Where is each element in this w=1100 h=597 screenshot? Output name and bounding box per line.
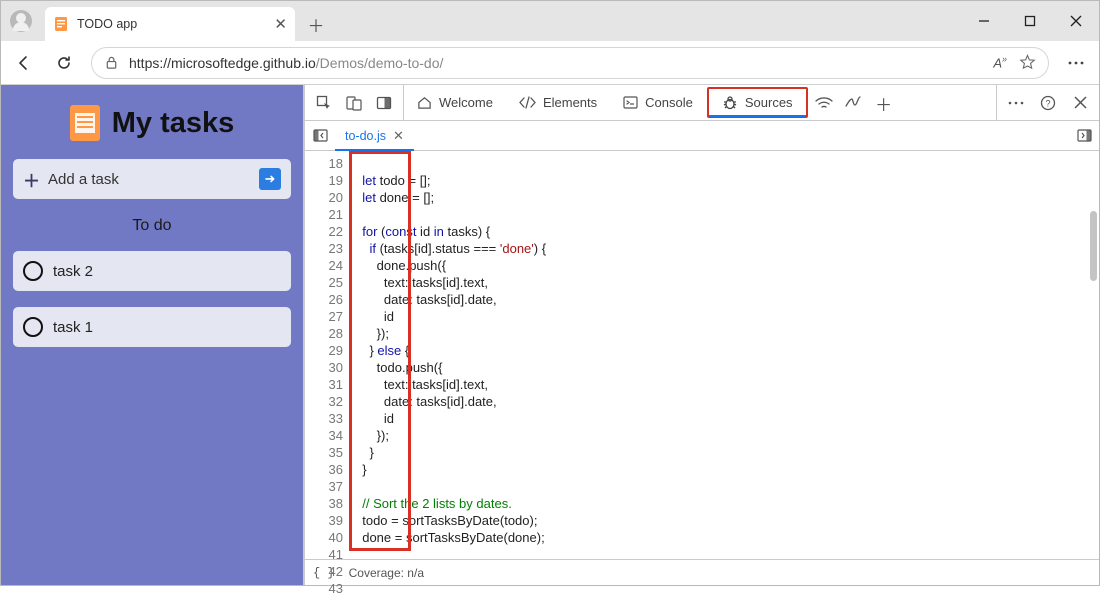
code-icon <box>519 96 536 109</box>
tab-label: Sources <box>745 95 793 110</box>
back-button[interactable] <box>5 44 43 82</box>
console-icon <box>623 96 638 109</box>
radio-icon[interactable] <box>23 317 43 337</box>
tab-close-icon[interactable]: ✕ <box>274 15 287 33</box>
url-text: https://microsoftedge.github.io/Demos/de… <box>129 55 443 71</box>
tab-label: Console <box>645 95 693 110</box>
lock-icon <box>104 55 119 70</box>
svg-text:?: ? <box>1045 98 1050 108</box>
submit-task-button[interactable]: ➜ <box>259 168 281 190</box>
profile-button[interactable] <box>1 1 41 41</box>
more-button[interactable] <box>1057 44 1095 82</box>
close-icon[interactable]: ✕ <box>393 128 404 144</box>
tab-welcome[interactable]: Welcome <box>404 85 506 120</box>
device-toggle-button[interactable] <box>339 85 369 121</box>
coverage-status: Coverage: n/a <box>349 566 424 580</box>
devtools-close-button[interactable] <box>1065 85 1095 121</box>
code-content[interactable]: let todo = []; let done = []; for (const… <box>349 151 1099 559</box>
devtools-tabstrip: Welcome Elements Console Sources ＋ ? <box>305 85 1099 121</box>
section-title: To do <box>13 217 291 235</box>
show-debugger-button[interactable] <box>1069 129 1099 142</box>
network-conditions-icon[interactable] <box>809 85 839 121</box>
address-bar[interactable]: https://microsoftedge.github.io/Demos/de… <box>91 47 1049 79</box>
favorite-icon[interactable] <box>1019 54 1036 71</box>
refresh-button[interactable] <box>45 44 83 82</box>
show-navigator-button[interactable] <box>305 129 335 142</box>
inspect-button[interactable] <box>309 85 339 121</box>
tab-sources[interactable]: Sources <box>707 87 808 118</box>
new-tab-button[interactable]: ＋ <box>301 9 331 39</box>
line-gutter[interactable]: 1819202122232425262728293031323334353637… <box>305 151 349 559</box>
avatar-icon <box>10 10 32 32</box>
favicon-icon <box>53 16 69 32</box>
home-icon <box>417 95 432 110</box>
add-task-placeholder: Add a task <box>48 171 119 188</box>
workspace: My tasks ＋ Add a task ➜ To do task 2 tas… <box>1 85 1099 585</box>
tab-label: Elements <box>543 95 597 110</box>
window-close-button[interactable] <box>1053 1 1099 41</box>
dock-button[interactable] <box>369 85 399 121</box>
app-panel: My tasks ＋ Add a task ➜ To do task 2 tas… <box>1 85 303 585</box>
file-tab-label: to-do.js <box>345 129 386 143</box>
performance-icon[interactable] <box>839 85 869 121</box>
tab-label: Welcome <box>439 95 493 110</box>
app-title: My tasks <box>112 107 235 140</box>
devtools-panel: Welcome Elements Console Sources ＋ ? <box>303 85 1099 585</box>
more-tabs-button[interactable]: ＋ <box>869 85 899 121</box>
bug-icon <box>722 95 738 110</box>
task-label: task 1 <box>53 319 93 336</box>
maximize-button[interactable] <box>1007 1 1053 41</box>
radio-icon[interactable] <box>23 261 43 281</box>
task-item[interactable]: task 1 <box>13 307 291 347</box>
task-item[interactable]: task 2 <box>13 251 291 291</box>
add-task-input[interactable]: ＋ Add a task ➜ <box>13 159 291 199</box>
minimize-button[interactable] <box>961 1 1007 41</box>
source-file-tabs: to-do.js ✕ <box>305 121 1099 151</box>
inspect-tools <box>305 85 404 120</box>
read-aloud-icon[interactable]: A» <box>993 54 1007 70</box>
devtools-more-button[interactable] <box>1001 85 1031 121</box>
scrollbar[interactable] <box>1090 211 1097 281</box>
file-tab[interactable]: to-do.js ✕ <box>335 121 414 150</box>
browser-toolbar: https://microsoftedge.github.io/Demos/de… <box>1 41 1099 85</box>
titlebar: TODO app ✕ ＋ <box>1 1 1099 41</box>
tab-elements[interactable]: Elements <box>506 85 610 120</box>
tab-console[interactable]: Console <box>610 85 706 120</box>
code-editor[interactable]: 1819202122232425262728293031323334353637… <box>305 151 1099 559</box>
browser-tab[interactable]: TODO app ✕ <box>45 7 295 41</box>
task-label: task 2 <box>53 263 93 280</box>
tab-title: TODO app <box>77 17 266 31</box>
plus-icon: ＋ <box>23 167 40 192</box>
app-header: My tasks <box>13 105 291 141</box>
clipboard-icon <box>70 105 100 141</box>
devtools-statusbar: { } Coverage: n/a <box>305 559 1099 585</box>
help-button[interactable]: ? <box>1033 85 1063 121</box>
window-controls <box>961 1 1099 41</box>
